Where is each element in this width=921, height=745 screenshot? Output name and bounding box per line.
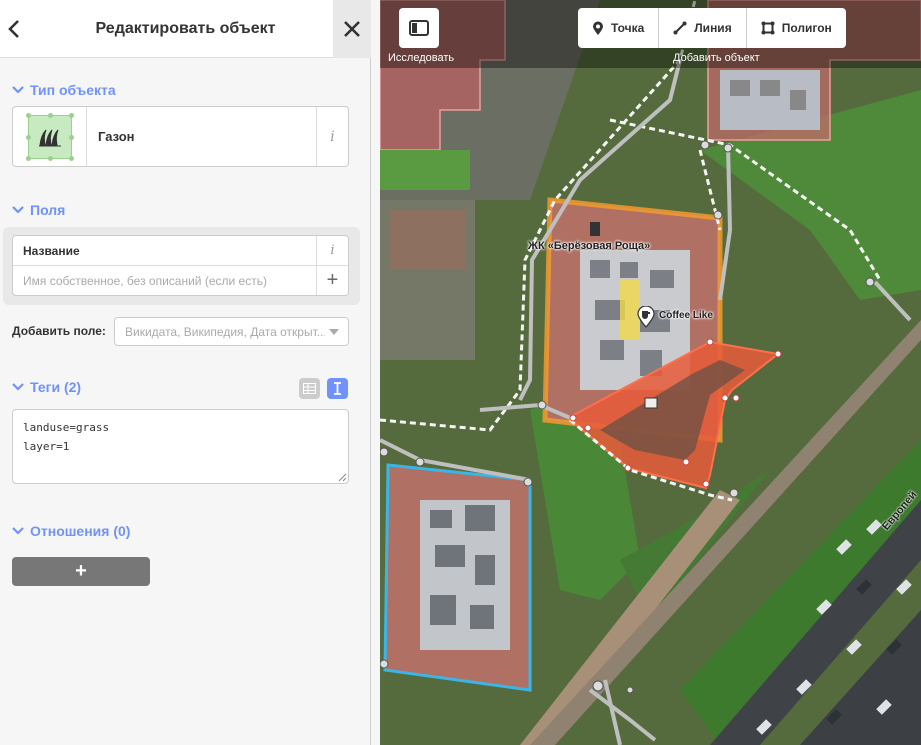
- map-label-cafe: Coffee Like: [659, 310, 713, 321]
- name-field-info-button[interactable]: i: [316, 236, 348, 266]
- name-input[interactable]: [13, 266, 316, 295]
- page-title: Редактировать объект: [95, 20, 276, 37]
- preset-icon-box: [13, 107, 87, 166]
- add-line-button[interactable]: Линия: [659, 8, 747, 48]
- tag-text-view-button[interactable]: [327, 378, 348, 399]
- add-area-label: Полигон: [781, 21, 832, 35]
- chevron-down-icon: [12, 383, 24, 391]
- add-object-label: Добавить объект: [673, 52, 760, 64]
- close-button[interactable]: [333, 0, 371, 58]
- explore-button[interactable]: [399, 8, 439, 48]
- info-icon: i: [330, 243, 335, 258]
- add-field-combo[interactable]: [114, 317, 349, 346]
- chevron-left-icon: [8, 20, 19, 38]
- info-icon: i: [330, 128, 335, 145]
- add-localized-name-button[interactable]: +: [316, 266, 348, 295]
- chevron-down-icon: [12, 206, 24, 214]
- plus-icon: +: [326, 269, 339, 291]
- add-point-button[interactable]: Точка: [578, 8, 660, 48]
- point-icon: [593, 21, 603, 35]
- table-icon: [303, 383, 316, 394]
- add-object-mode-group: Точка Линия Полигон: [578, 8, 846, 48]
- preset-info-button[interactable]: i: [316, 107, 348, 166]
- add-line-label: Линия: [694, 21, 732, 35]
- preset-section-toggle[interactable]: Тип объекта: [12, 82, 116, 98]
- map-imagery: [380, 0, 921, 745]
- map-canvas[interactable]: ЖК «Берёзовая Роща» Coffee Like Европей: [380, 0, 921, 745]
- preset-name: Газон: [98, 129, 135, 144]
- map-label-complex: ЖК «Берёзовая Роща»: [528, 240, 651, 252]
- relations-section-title: Отношения (0): [30, 523, 131, 539]
- inspector-sidebar: Редактировать объект Тип объекта Газон i…: [0, 0, 371, 745]
- tags-textarea[interactable]: landuse=grass layer=1: [12, 409, 349, 484]
- area-icon: [761, 21, 775, 35]
- line-icon: [673, 21, 687, 35]
- caret-down-icon: [329, 329, 339, 335]
- name-field: Название i +: [12, 235, 349, 296]
- chevron-down-icon: [12, 527, 24, 535]
- fields-section-toggle[interactable]: Поля: [12, 202, 65, 218]
- back-button[interactable]: [0, 0, 28, 58]
- resize-grip-icon[interactable]: [338, 473, 347, 482]
- add-area-button[interactable]: Полигон: [747, 8, 846, 48]
- add-relation-button[interactable]: +: [12, 557, 150, 586]
- preset-list-item[interactable]: Газон i: [12, 106, 349, 167]
- explore-label: Исследовать: [388, 52, 455, 64]
- fields-section-title: Поля: [30, 202, 66, 218]
- preset-section-title: Тип объекта: [30, 82, 116, 98]
- close-icon: [344, 21, 360, 37]
- text-cursor-icon: [334, 382, 341, 395]
- add-field-input[interactable]: [115, 318, 325, 345]
- tags-section-toggle[interactable]: Теги (2): [12, 379, 81, 395]
- sidebar-toggle-icon: [409, 20, 429, 36]
- inspector-header: Редактировать объект: [0, 0, 371, 58]
- add-point-label: Точка: [611, 21, 645, 35]
- cafe-pin-icon[interactable]: [637, 306, 655, 328]
- grass-icon: [25, 112, 74, 161]
- tags-section-title: Теги (2): [30, 379, 82, 395]
- relations-section-toggle[interactable]: Отношения (0): [12, 523, 130, 539]
- tag-list-view-button[interactable]: [299, 378, 320, 399]
- name-field-label: Название: [13, 236, 316, 266]
- chevron-down-icon: [12, 86, 24, 94]
- add-field-label: Добавить поле:: [12, 324, 106, 338]
